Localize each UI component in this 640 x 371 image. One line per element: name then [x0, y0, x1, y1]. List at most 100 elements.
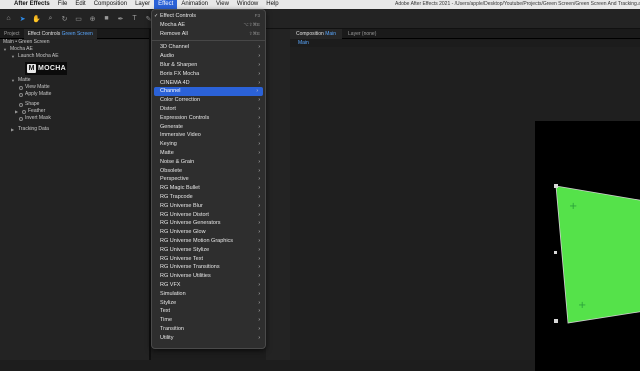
- submenu-arrow-icon: ›: [258, 167, 260, 174]
- menu-item-immersive-video[interactable]: Immersive Video ›: [152, 131, 265, 140]
- menu-app-name[interactable]: After Effects: [10, 0, 54, 9]
- home-icon[interactable]: ⌂: [4, 14, 13, 23]
- menu-item-perspective[interactable]: Perspective ›: [152, 175, 265, 184]
- menu-item-matte[interactable]: Matte ›: [152, 149, 265, 158]
- menu-item-rg-universe-blur[interactable]: RG Universe Blur ›: [152, 202, 265, 211]
- comp-viewer[interactable]: + +: [535, 121, 640, 371]
- submenu-arrow-icon: ›: [258, 308, 260, 315]
- expand-triangle-icon[interactable]: ▶: [15, 108, 20, 115]
- menu-item-label: RG Universe Motion Graphics: [160, 237, 234, 244]
- matte-group[interactable]: ▼ Matte: [3, 77, 149, 84]
- selection-tool-icon[interactable]: ➤: [18, 14, 27, 23]
- menu-item-transition[interactable]: Transition ›: [152, 325, 265, 334]
- menu-item-rg-universe-text[interactable]: RG Universe Text ›: [152, 255, 265, 264]
- stopwatch-icon[interactable]: [19, 92, 23, 97]
- expand-triangle-icon[interactable]: ▶: [11, 126, 16, 133]
- menu-item-obsolete[interactable]: Obsolete ›: [152, 167, 265, 176]
- expand-triangle-icon[interactable]: ▼: [3, 46, 8, 53]
- camera-tool-icon[interactable]: ▭: [74, 14, 83, 23]
- menu-item-3d-channel[interactable]: 3D Channel ›: [152, 43, 265, 52]
- tab-composition-label: Composition: [296, 30, 324, 37]
- comp-crumb[interactable]: Main: [290, 39, 640, 47]
- effect-header[interactable]: ▼ Mocha AE: [3, 46, 149, 53]
- submenu-arrow-icon: ›: [258, 105, 260, 112]
- menu-item-remove-all[interactable]: Remove All ⇧⌘E: [152, 30, 265, 39]
- menu-item-rg-trapcode[interactable]: RG Trapcode ›: [152, 193, 265, 202]
- menu-separator: [152, 40, 265, 42]
- menu-item-simulation[interactable]: Simulation ›: [152, 290, 265, 299]
- menu-view[interactable]: View: [212, 0, 233, 9]
- menu-item-label: Utility: [160, 334, 174, 341]
- shape-tool-icon[interactable]: ■: [102, 14, 111, 23]
- submenu-arrow-icon: ›: [258, 193, 260, 200]
- apply-matte-row[interactable]: Apply Matte: [3, 91, 149, 98]
- corner-handle[interactable]: [554, 319, 558, 323]
- menu-item-text[interactable]: Text ›: [152, 307, 265, 316]
- stopwatch-icon[interactable]: [19, 85, 23, 90]
- stopwatch-icon[interactable]: [19, 102, 23, 107]
- menu-item-rg-universe-stylize[interactable]: RG Universe Stylize ›: [152, 246, 265, 255]
- tab-layer[interactable]: Layer (none): [342, 29, 382, 39]
- comp-tabs: Composition Main Layer (none): [290, 28, 640, 39]
- pen-tool-icon[interactable]: ✒: [116, 14, 125, 23]
- menu-item-rg-vfx[interactable]: RG VFX ›: [152, 281, 265, 290]
- stopwatch-icon[interactable]: [22, 109, 26, 114]
- tracking-data-label: Tracking Data: [18, 126, 49, 132]
- menu-file[interactable]: File: [54, 0, 72, 9]
- menu-item-label: Mocha AE: [160, 21, 186, 28]
- menu-item-stylize[interactable]: Stylize ›: [152, 299, 265, 308]
- feather-row[interactable]: ▶ Feather: [3, 108, 149, 115]
- menu-item-rg-universe-distort[interactable]: RG Universe Distort ›: [152, 211, 265, 220]
- menu-effect[interactable]: Effect: [154, 0, 178, 9]
- tab-composition[interactable]: Composition Main: [290, 28, 343, 39]
- menu-item-audio[interactable]: Audio ›: [152, 52, 265, 61]
- tab-effect-controls[interactable]: Effect Controls Green Screen: [23, 28, 97, 39]
- menu-item-rg-universe-generators[interactable]: RG Universe Generators ›: [152, 219, 265, 228]
- menu-item-rg-magic-bullet[interactable]: RG Magic Bullet ›: [152, 184, 265, 193]
- menu-item-rg-universe-motion-graphics[interactable]: RG Universe Motion Graphics ›: [152, 237, 265, 246]
- menu-window[interactable]: Window: [233, 0, 262, 9]
- effect-controls-panel: Project Effect Controls Green Screen Mai…: [0, 28, 149, 360]
- menu-composition[interactable]: Composition: [90, 0, 131, 9]
- zoom-tool-icon[interactable]: ⌕: [46, 14, 55, 23]
- tab-project[interactable]: Project: [0, 29, 24, 39]
- corner-handle[interactable]: [554, 184, 558, 188]
- invert-mask-row[interactable]: Invert Mask: [3, 115, 149, 122]
- menu-item-keying[interactable]: Keying ›: [152, 140, 265, 149]
- expand-triangle-icon[interactable]: ▼: [11, 53, 16, 60]
- menu-item-noise-grain[interactable]: Noise & Grain ›: [152, 158, 265, 167]
- tracking-data-row[interactable]: ▶ Tracking Data: [3, 126, 149, 133]
- menu-item-generate[interactable]: Generate ›: [152, 123, 265, 132]
- view-matte-row[interactable]: View Matte: [3, 84, 149, 91]
- menu-item-boris-fx-mocha[interactable]: Boris FX Mocha ›: [152, 70, 265, 79]
- menu-item-rg-universe-utilities[interactable]: RG Universe Utilities ›: [152, 272, 265, 281]
- menu-item-distort[interactable]: Distort ›: [152, 105, 265, 114]
- shape-row[interactable]: Shape: [3, 101, 149, 108]
- mocha-logo-button[interactable]: M MOCHA: [25, 62, 67, 75]
- menu-item-mocha-ae[interactable]: Mocha AE ⌥⇧⌘E: [152, 21, 265, 30]
- menu-item-rg-universe-glow[interactable]: RG Universe Glow ›: [152, 228, 265, 237]
- rotate-tool-icon[interactable]: ↻: [60, 14, 69, 23]
- type-tool-icon[interactable]: T: [130, 14, 139, 23]
- pan-behind-tool-icon[interactable]: ⊕: [88, 14, 97, 23]
- menu-item-time[interactable]: Time ›: [152, 316, 265, 325]
- menu-layer[interactable]: Layer: [131, 0, 154, 9]
- menu-item-blur-sharpen[interactable]: Blur & Sharpen ›: [152, 61, 265, 70]
- stopwatch-icon[interactable]: [19, 116, 23, 121]
- menu-item-expression-controls[interactable]: Expression Controls ›: [152, 114, 265, 123]
- hand-tool-icon[interactable]: ✋: [32, 14, 41, 23]
- menu-edit[interactable]: Edit: [71, 0, 89, 9]
- menu-help[interactable]: Help: [262, 0, 282, 9]
- menu-item-label: RG Universe Text: [160, 255, 203, 262]
- menu-item-rg-universe-transitions[interactable]: RG Universe Transitions ›: [152, 263, 265, 272]
- menu-item-cinema-4d[interactable]: CINEMA 4D ›: [152, 79, 265, 88]
- menu-item-color-correction[interactable]: Color Correction ›: [152, 96, 265, 105]
- green-screen-layer[interactable]: + +: [535, 121, 640, 371]
- menu-animation[interactable]: Animation: [177, 0, 212, 9]
- launch-row[interactable]: ▼ Launch Mocha AE: [3, 53, 149, 60]
- menu-item-channel[interactable]: Channel ›: [154, 87, 263, 97]
- menu-item-utility[interactable]: Utility ›: [152, 334, 265, 343]
- edge-handle[interactable]: [554, 251, 557, 254]
- expand-triangle-icon[interactable]: ▼: [11, 77, 16, 84]
- menu-item-effect-controls[interactable]: ✓ Effect Controls F3: [152, 12, 265, 21]
